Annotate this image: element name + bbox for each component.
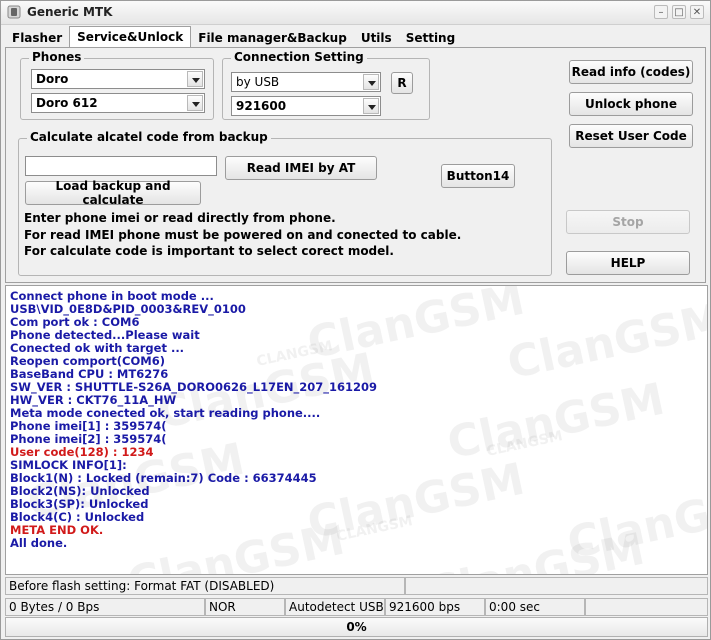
watermark-small: CLANGSM <box>255 338 335 370</box>
window-title: Generic MTK <box>27 5 113 19</box>
refresh-ports-button[interactable]: R <box>391 72 413 94</box>
tab-flasher[interactable]: Flasher <box>5 28 69 48</box>
read-imei-by-at-button[interactable]: Read IMEI by AT <box>225 156 377 180</box>
storage-type-status: NOR <box>205 598 285 616</box>
tab-utils[interactable]: Utils <box>354 28 399 48</box>
watermark: ClanGSM <box>563 473 708 570</box>
progress-label: 0% <box>346 620 367 634</box>
baud-rate-select[interactable]: 921600 <box>231 96 381 116</box>
chevron-down-icon[interactable] <box>187 95 203 111</box>
connection-setting-label: Connection Setting <box>231 50 367 64</box>
phone-model-value: Doro 612 <box>36 96 98 110</box>
tab-service-unlock[interactable]: Service&Unlock <box>69 26 192 48</box>
log-output[interactable]: ClanGSM ClanGSM ClanGSM ClanGSM ClanGSM … <box>5 285 708 575</box>
status-bar-bottom: 0 Bytes / 0 Bps NOR Autodetect USB 92160… <box>5 598 708 616</box>
chevron-down-icon[interactable] <box>363 74 379 90</box>
baud-rate-status: 921600 bps <box>385 598 485 616</box>
load-backup-calculate-button[interactable]: Load backup and calculate <box>25 179 201 207</box>
button14-button[interactable]: Button14 <box>441 164 515 188</box>
restore-button[interactable]: □ <box>672 5 686 19</box>
chevron-down-icon[interactable] <box>187 71 203 87</box>
phone-brand-select[interactable]: Doro <box>31 69 205 89</box>
help-button[interactable]: HELP <box>566 251 690 275</box>
chevron-down-icon[interactable] <box>363 98 379 114</box>
watermark: ClanGSM <box>503 293 708 390</box>
connection-port-value: by USB <box>236 75 280 89</box>
elapsed-time-status: 0:00 sec <box>485 598 585 616</box>
stop-button[interactable]: Stop <box>566 210 690 234</box>
tab-strip: Flasher Service&Unlock File manager&Back… <box>5 26 463 48</box>
watermark-small: CLANGSM <box>335 513 415 545</box>
alcatel-info-line: For calculate code is important to selec… <box>24 244 394 258</box>
status-extra <box>405 577 708 595</box>
baud-rate-value: 921600 <box>236 99 287 113</box>
reset-user-code-button[interactable]: Reset User Code <box>569 124 693 148</box>
phones-group: Phones Doro Doro 612 <box>20 50 214 120</box>
close-button[interactable]: ✕ <box>690 5 704 19</box>
progress-bar: 0% <box>5 617 708 637</box>
connection-setting-group: Connection Setting by USB R 921600 <box>222 50 430 120</box>
app-window: Generic MTK – □ ✕ Flasher Service&Unlock… <box>0 0 711 640</box>
transfer-status: 0 Bytes / 0 Bps <box>5 598 205 616</box>
read-info-codes-button[interactable]: Read info (codes) <box>569 60 693 84</box>
status-extra-2 <box>585 598 708 616</box>
log-line: All done. <box>10 536 68 550</box>
phone-brand-value: Doro <box>36 72 69 86</box>
watermark: ClanGSM <box>303 285 529 370</box>
watermark: ClanGSM <box>443 373 669 470</box>
alcatel-info-line: Enter phone imei or read directly from p… <box>24 211 336 225</box>
connection-port-select[interactable]: by USB <box>231 72 381 92</box>
alcatel-calc-label: Calculate alcatel code from backup <box>27 130 271 144</box>
minimize-button[interactable]: – <box>654 5 668 19</box>
status-bar-top: Before flash setting: Format FAT (DISABL… <box>5 577 708 595</box>
title-bar[interactable]: Generic MTK – □ ✕ <box>1 1 710 25</box>
watermark-small: CLANGSM <box>485 428 565 460</box>
service-unlock-panel: Phones Doro Doro 612 Connection Setting … <box>5 47 706 283</box>
flash-setting-status: Before flash setting: Format FAT (DISABL… <box>5 577 405 595</box>
alcatel-info-line: For read IMEI phone must be powered on a… <box>24 228 462 242</box>
watermark: ClanGSM <box>123 513 349 575</box>
phone-model-select[interactable]: Doro 612 <box>31 93 205 113</box>
watermark: ClanGSM <box>423 523 649 575</box>
unlock-phone-button[interactable]: Unlock phone <box>569 92 693 116</box>
app-icon <box>7 5 21 19</box>
tab-file-manager-backup[interactable]: File manager&Backup <box>191 28 354 48</box>
imei-input[interactable] <box>25 156 217 176</box>
connection-mode-status: Autodetect USB <box>285 598 385 616</box>
phones-group-label: Phones <box>29 50 85 64</box>
watermark: ClanGSM <box>303 453 529 550</box>
tab-setting[interactable]: Setting <box>399 28 463 48</box>
